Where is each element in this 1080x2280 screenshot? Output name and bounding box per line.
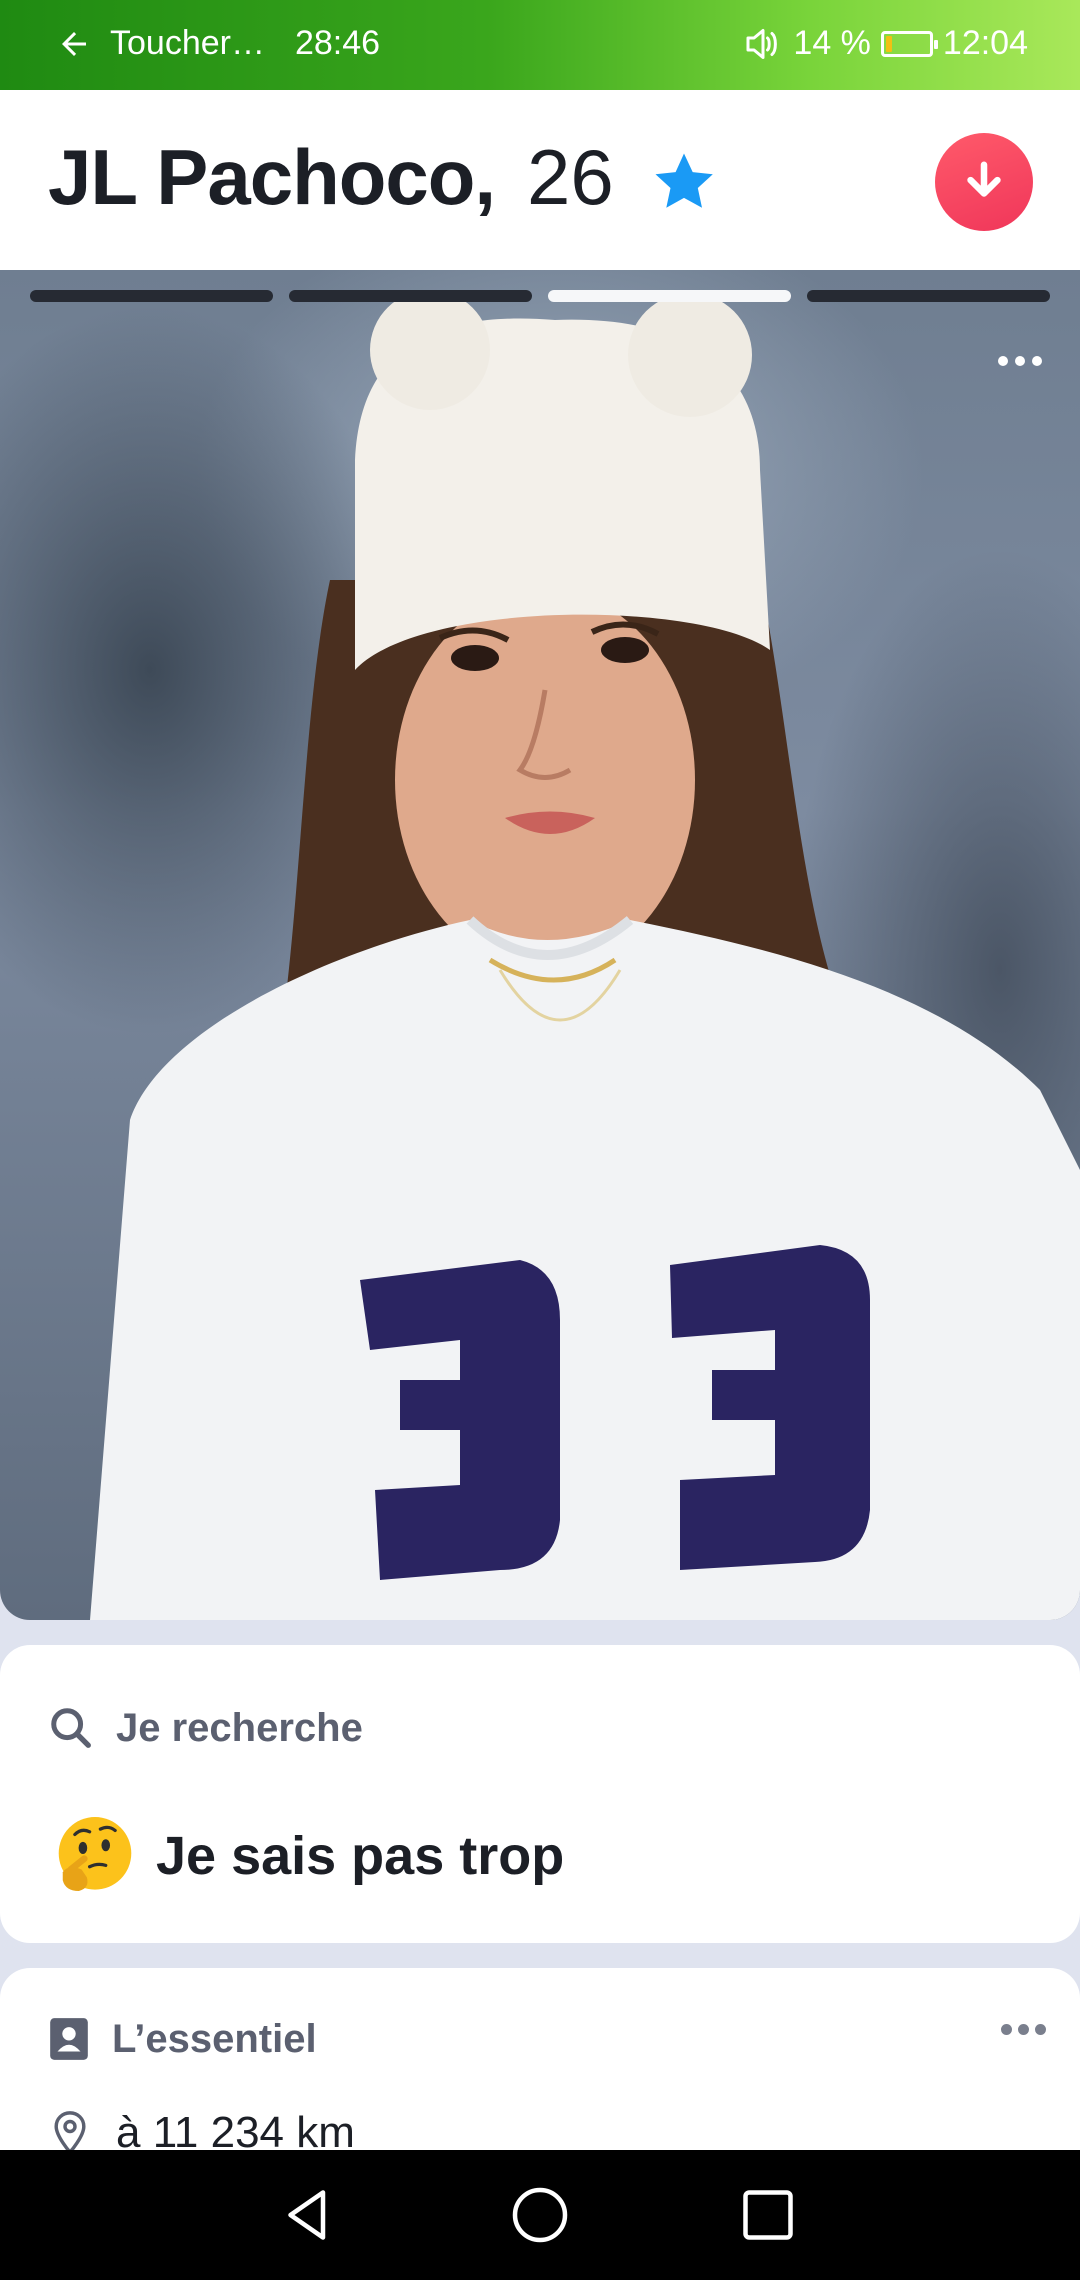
status-app-label[interactable]: Toucher… [110,24,265,63]
arrow-down-icon [967,161,1001,197]
essentials-card: L’essentiel à 11 234 km [0,1968,1080,2168]
photo-progress-segment[interactable] [289,290,532,302]
photo-more-icon[interactable] [998,356,1042,366]
profile-photo[interactable] [0,270,1080,1620]
nav-recents-icon[interactable] [738,2185,798,2245]
battery-icon [880,30,938,57]
status-timer: 28:46 [294,24,381,62]
navigation-bar [0,2150,1080,2280]
nav-back-icon[interactable] [278,2185,338,2245]
profile-header: JL Pachoco, 26 [0,90,1080,270]
photo-progress-segment[interactable] [30,290,273,302]
profile-card-icon [50,2018,88,2060]
photo-progress-segment[interactable] [548,290,791,302]
status-clock: 12:04 [942,24,1028,62]
essentials-header: L’essentiel [112,2016,317,2061]
status-bar: Toucher… 28:46 14 % 12:04 [0,0,1080,90]
looking-for-card: Je recherche Je sais pas trop [0,1645,1080,1943]
photo-progress-segment[interactable] [807,290,1050,302]
volume-icon [746,28,778,59]
collapse-profile-button[interactable] [935,133,1033,231]
star-icon [655,153,713,208]
looking-for-value: Je sais pas trop [156,1826,565,1886]
back-arrow-icon[interactable] [56,26,92,62]
battery-percent: 14 % [793,24,871,62]
essentials-more-icon[interactable] [1001,2024,1046,2035]
looking-for-header: Je recherche [116,1705,363,1750]
nav-home-icon[interactable] [510,2185,570,2245]
photo-progress-bar [30,290,1050,302]
search-icon [51,1708,91,1748]
thinking-face-icon [58,1817,132,1891]
profile-age: 26 [527,133,614,221]
profile-photo-image [90,290,1080,1620]
profile-name: JL Pachoco, [48,133,496,221]
